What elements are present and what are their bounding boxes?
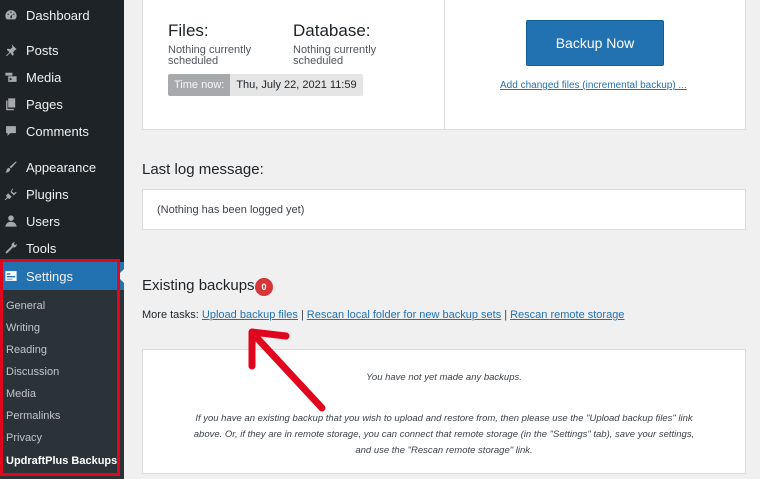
sidebar-item-label: Settings xyxy=(26,268,73,284)
time-now-display: Time now: Thu, July 22, 2021 11:59 xyxy=(168,74,363,96)
submenu-item-reading[interactable]: Reading xyxy=(6,344,47,356)
sidebar-item-label: Plugins xyxy=(26,186,69,202)
database-status-line2: scheduled xyxy=(293,55,344,67)
incremental-backup-link[interactable]: Add changed files (incremental backup) .… xyxy=(500,80,687,91)
link-separator: | xyxy=(504,309,508,321)
comment-icon xyxy=(4,124,18,138)
brush-icon xyxy=(4,160,18,174)
sidebar-item-label: Pages xyxy=(26,96,63,112)
sidebar-item-posts[interactable]: Posts xyxy=(0,37,124,63)
sidebar-item-label: Appearance xyxy=(26,159,97,175)
sidebar-item-dashboard[interactable]: Dashboard xyxy=(0,2,124,28)
admin-sidebar: Dashboard Posts Media Pages Comments App… xyxy=(0,0,124,479)
sidebar-item-pages[interactable]: Pages xyxy=(0,91,124,117)
sidebar-item-label: Dashboard xyxy=(26,7,90,23)
sidebar-item-settings[interactable]: Settings xyxy=(0,262,124,290)
submenu-item-updraftplus-backups[interactable]: UpdraftPlus Backups xyxy=(6,455,117,467)
no-backups-message: You have not yet made any backups. xyxy=(366,372,522,383)
user-icon xyxy=(4,214,18,228)
sidebar-item-comments[interactable]: Comments xyxy=(0,118,124,144)
time-now-value: Thu, July 22, 2021 11:59 xyxy=(230,74,363,96)
sidebar-item-label: Posts xyxy=(26,42,59,58)
existing-backups-title: Existing backups xyxy=(142,277,255,294)
settings-icon xyxy=(4,269,18,283)
media-icon xyxy=(4,70,18,84)
pages-icon xyxy=(4,97,18,111)
backup-count-badge: 0 xyxy=(255,278,273,296)
backup-now-button[interactable]: Backup Now xyxy=(526,20,664,66)
rescan-remote-storage-link[interactable]: Rescan remote storage xyxy=(510,309,624,321)
sidebar-item-label: Users xyxy=(26,213,60,229)
sidebar-item-tools[interactable]: Tools xyxy=(0,235,124,261)
sidebar-item-label: Media xyxy=(26,69,62,85)
more-tasks-row: More tasks: Upload backup files | Rescan l… xyxy=(142,309,624,321)
sidebar-item-users[interactable]: Users xyxy=(0,208,124,234)
schedule-divider xyxy=(444,0,445,130)
submenu-item-permalinks[interactable]: Permalinks xyxy=(6,410,60,422)
more-tasks-label: More tasks: xyxy=(142,309,199,321)
sidebar-item-label: Comments xyxy=(26,123,89,139)
pin-icon xyxy=(4,43,18,57)
submenu-item-privacy[interactable]: Privacy xyxy=(6,432,42,444)
log-message-text: (Nothing has been logged yet) xyxy=(157,204,305,216)
sidebar-item-media[interactable]: Media xyxy=(0,64,124,90)
active-menu-indicator xyxy=(117,268,125,284)
rescan-local-folder-link[interactable]: Rescan local folder for new backup sets xyxy=(307,309,501,321)
upload-backup-files-link[interactable]: Upload backup files xyxy=(202,309,298,321)
submenu-item-media[interactable]: Media xyxy=(6,388,36,400)
wrench-icon xyxy=(4,241,18,255)
settings-submenu: General Writing Reading Discussion Media… xyxy=(0,290,124,479)
database-label: Database: xyxy=(293,21,371,40)
link-separator: | xyxy=(300,309,304,321)
files-label: Files: xyxy=(168,21,209,40)
plug-icon xyxy=(4,187,18,201)
sidebar-item-plugins[interactable]: Plugins xyxy=(0,181,124,207)
sidebar-item-appearance[interactable]: Appearance xyxy=(0,154,124,180)
help-text-line2: above. Or, if they are in remote storage… xyxy=(193,429,695,440)
submenu-item-discussion[interactable]: Discussion xyxy=(6,366,59,378)
last-log-title: Last log message: xyxy=(142,161,264,178)
help-text-line3: and use the "Rescan remote storage" link… xyxy=(355,445,533,456)
files-status-line2: scheduled xyxy=(168,55,219,67)
submenu-item-writing[interactable]: Writing xyxy=(6,322,40,334)
submenu-item-general[interactable]: General xyxy=(6,300,45,312)
dashboard-icon xyxy=(4,8,18,22)
time-now-label: Time now: xyxy=(168,74,231,96)
sidebar-item-label: Tools xyxy=(26,240,57,256)
help-text-line1: If you have an existing backup that you … xyxy=(195,413,693,424)
